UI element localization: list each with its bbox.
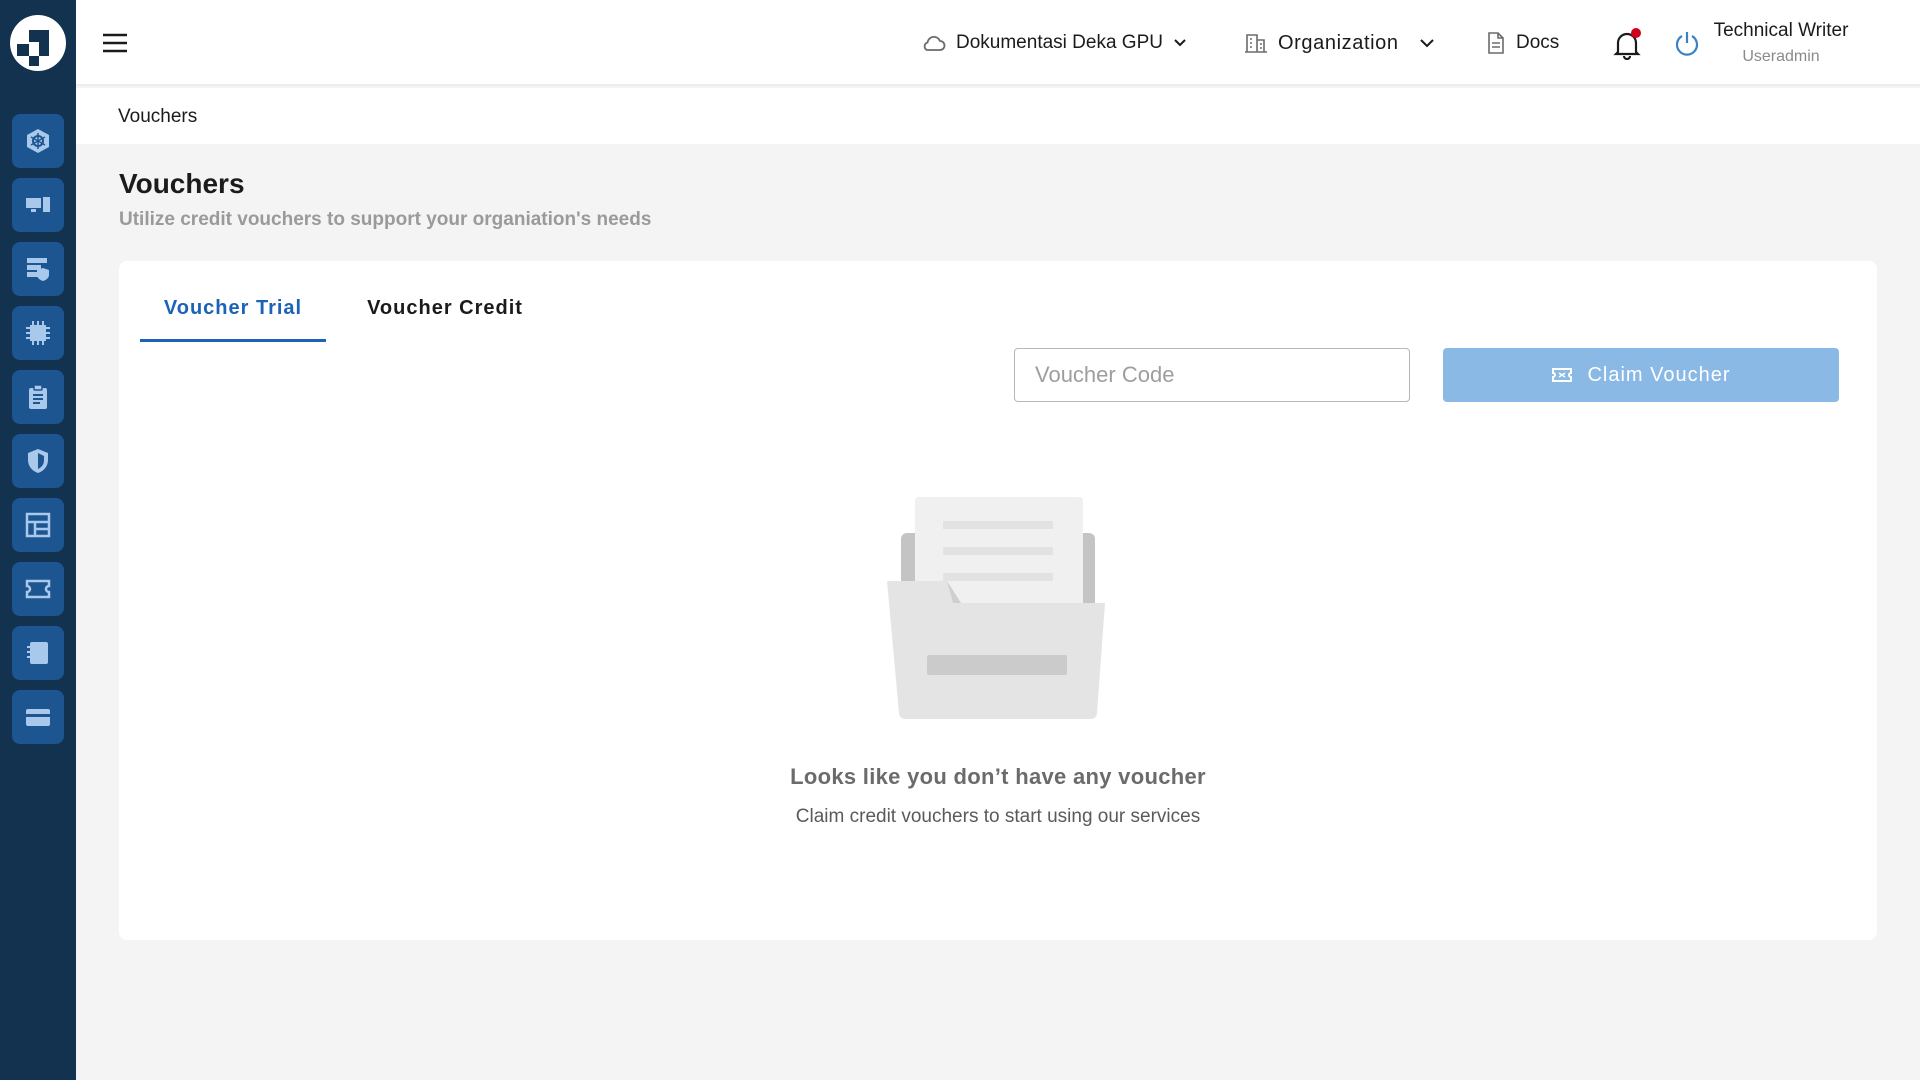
sidebar-item-vouchers[interactable] bbox=[12, 562, 64, 616]
notification-badge bbox=[1631, 28, 1641, 38]
empty-state-subtitle: Claim credit vouchers to start using our… bbox=[795, 806, 1201, 827]
tab-voucher-trial[interactable]: Voucher Trial bbox=[140, 297, 326, 342]
sidebar-item-gpu[interactable] bbox=[12, 306, 64, 360]
shield-icon bbox=[28, 449, 48, 473]
sidebar bbox=[0, 0, 76, 1080]
storage-shield-icon bbox=[27, 258, 49, 281]
breadcrumb: Vouchers bbox=[76, 88, 1920, 144]
logout-button[interactable] bbox=[1672, 28, 1702, 58]
sidebar-item-billing[interactable] bbox=[12, 690, 64, 744]
desktop-icon bbox=[26, 197, 50, 212]
hamburger-icon bbox=[103, 33, 127, 53]
dashboard-layout-icon bbox=[25, 512, 51, 538]
credit-card-icon bbox=[26, 709, 50, 726]
top-header: Dokumentasi Deka GPU Organization Docs T… bbox=[76, 0, 1920, 86]
ticket-icon bbox=[1552, 368, 1573, 382]
chevron-down-icon bbox=[1174, 39, 1186, 47]
tab-voucher-credit[interactable]: Voucher Credit bbox=[348, 297, 542, 341]
project-name: Dokumentasi Deka GPU bbox=[956, 32, 1163, 53]
docs-label: Docs bbox=[1516, 32, 1560, 53]
clipboard-icon bbox=[29, 384, 47, 409]
ticket-icon bbox=[25, 579, 51, 599]
sidebar-item-notebook[interactable] bbox=[12, 626, 64, 680]
docs-link[interactable]: Docs bbox=[1486, 26, 1559, 60]
page-title: Vouchers bbox=[119, 168, 245, 199]
sidebar-item-logs[interactable] bbox=[12, 370, 64, 424]
claim-voucher-button[interactable]: Claim Voucher bbox=[1443, 348, 1839, 402]
chevron-down-icon bbox=[1419, 39, 1434, 48]
hamburger-menu-button[interactable] bbox=[100, 30, 130, 56]
claim-voucher-label: Claim Voucher bbox=[1587, 363, 1731, 386]
sidebar-item-security[interactable] bbox=[12, 434, 64, 488]
vouchers-card: Voucher Trial Voucher Credit Claim Vouch… bbox=[119, 261, 1877, 940]
user-info[interactable]: Technical Writer Useradmin bbox=[1706, 20, 1856, 66]
sidebar-item-kubernetes[interactable] bbox=[12, 114, 64, 168]
notifications-button[interactable] bbox=[1612, 28, 1642, 61]
building-icon bbox=[1245, 34, 1267, 53]
project-selector[interactable]: Dokumentasi Deka GPU bbox=[920, 26, 1187, 60]
notebook-icon bbox=[27, 642, 48, 664]
user-name: Technical Writer bbox=[1713, 20, 1849, 41]
sidebar-item-storage[interactable] bbox=[12, 242, 64, 296]
empty-state-title: Looks like you don’t have any voucher bbox=[790, 764, 1206, 789]
voucher-code-input[interactable] bbox=[1014, 348, 1410, 402]
user-role: Useradmin bbox=[1742, 48, 1820, 65]
cloud-icon bbox=[923, 35, 946, 51]
document-icon bbox=[1488, 32, 1504, 54]
organization-selector[interactable]: Organization bbox=[1244, 26, 1435, 60]
sidebar-item-dashboard[interactable] bbox=[12, 498, 64, 552]
sidebar-item-vm[interactable] bbox=[12, 178, 64, 232]
power-icon bbox=[1675, 32, 1699, 56]
page-subtitle: Utilize credit vouchers to support your … bbox=[119, 209, 652, 230]
organization-label: Organization bbox=[1278, 31, 1399, 54]
empty-folder-icon bbox=[887, 497, 1105, 719]
kubernetes-icon bbox=[27, 129, 49, 153]
logo[interactable] bbox=[9, 14, 67, 72]
breadcrumb-item-vouchers[interactable]: Vouchers bbox=[118, 106, 197, 128]
cpu-chip-icon bbox=[26, 321, 50, 345]
